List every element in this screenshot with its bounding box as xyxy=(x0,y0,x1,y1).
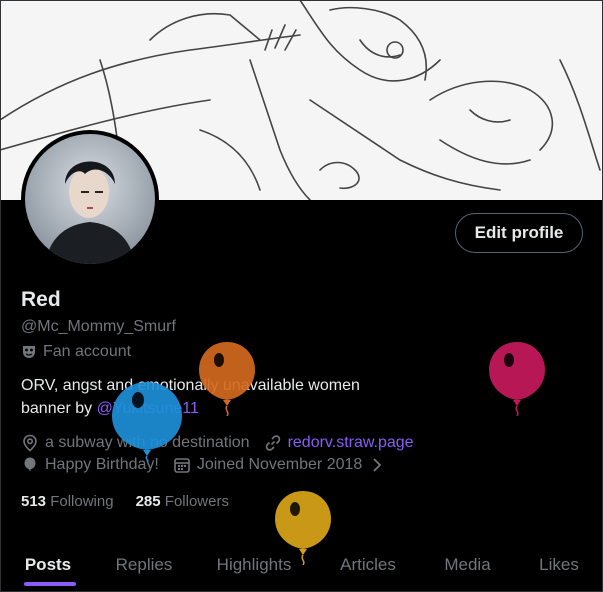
followers-label: Followers xyxy=(164,493,229,510)
following-count: 513 xyxy=(21,493,47,510)
tab-replies[interactable]: Replies xyxy=(96,538,192,592)
tab-replies-label: Replies xyxy=(115,555,173,574)
balloon-icon xyxy=(24,457,36,472)
chevron-right-icon[interactable] xyxy=(368,456,386,474)
joined-text: Joined November 2018 xyxy=(196,456,363,473)
category-label: Fan account xyxy=(43,343,132,360)
tab-likes-label: Likes xyxy=(539,555,579,574)
tab-media[interactable]: Media xyxy=(420,538,515,592)
joined-item[interactable]: Joined November 2018 xyxy=(173,456,386,474)
follow-stats: 513 Following 285 Followers xyxy=(21,493,229,510)
profile-meta-row-2: Happy Birthday! Joined November 2018 xyxy=(21,456,400,474)
tab-media-label: Media xyxy=(444,555,491,574)
following-label: Following xyxy=(50,493,114,510)
avatar-image xyxy=(25,134,155,264)
tab-posts[interactable]: Posts xyxy=(0,538,96,592)
location-pin-icon xyxy=(23,434,37,452)
birthday-item: Happy Birthday! xyxy=(21,456,159,474)
bio-prefix: banner by xyxy=(21,400,97,417)
tab-likes[interactable]: Likes xyxy=(515,538,603,592)
mask-icon xyxy=(23,346,35,358)
tab-articles[interactable]: Articles xyxy=(316,538,420,592)
profile-tabs: Posts Replies Highlights Articles Media … xyxy=(0,538,603,592)
bio-line-1: ORV, angst and emotionally unavailable w… xyxy=(21,377,360,394)
location-item: a subway with no destination xyxy=(21,434,250,452)
profile-handle: @Mc_Mommy_Smurf xyxy=(21,318,176,335)
tab-active-indicator xyxy=(24,582,76,586)
profile-avatar[interactable] xyxy=(21,130,159,268)
followers-count: 285 xyxy=(135,493,161,510)
tab-highlights-label: Highlights xyxy=(216,555,292,574)
location-text: a subway with no destination xyxy=(45,434,250,451)
following-link[interactable]: 513 Following xyxy=(21,493,114,510)
followers-link[interactable]: 285 Followers xyxy=(136,493,229,510)
calendar-icon xyxy=(174,458,190,473)
bio-line-2: banner by @Yukitsune11 xyxy=(21,400,199,418)
website-link[interactable]: redorv.straw.page xyxy=(288,434,414,452)
birthday-text: Happy Birthday! xyxy=(45,456,159,473)
edit-profile-button[interactable]: Edit profile xyxy=(455,213,583,253)
tab-highlights[interactable]: Highlights xyxy=(192,538,316,592)
profile-meta-row-1: a subway with no destination redorv.stra… xyxy=(21,434,428,452)
profile-name: Red xyxy=(21,288,61,311)
tab-articles-label: Articles xyxy=(340,555,396,574)
website-item[interactable]: redorv.straw.page xyxy=(264,434,414,452)
link-icon xyxy=(265,435,280,451)
profile-category: Fan account xyxy=(21,343,131,361)
bio-mention-link[interactable]: @Yukitsune11 xyxy=(97,400,199,417)
birthday-balloon-magenta xyxy=(489,342,545,416)
tab-posts-label: Posts xyxy=(24,555,72,574)
profile-page: Edit profile Red @Mc_Mommy_Smurf Fan acc… xyxy=(0,0,603,592)
